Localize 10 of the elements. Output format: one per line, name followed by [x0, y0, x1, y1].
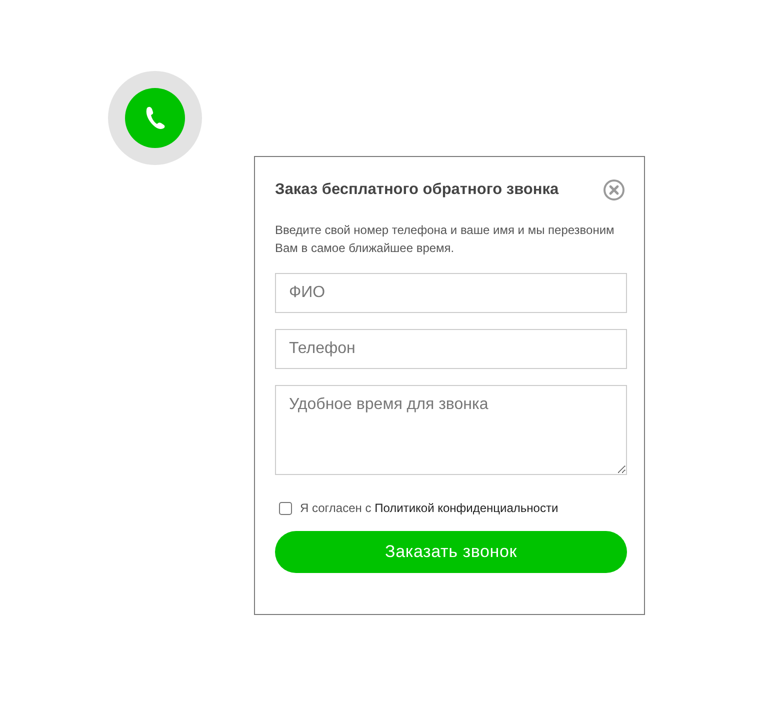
privacy-policy-link[interactable]: Политикой конфиденциальности: [374, 501, 558, 515]
phone-icon: [144, 106, 166, 130]
input-field[interactable]: Удобное время для звонка: [275, 385, 627, 475]
close-icon[interactable]: [603, 179, 625, 201]
dialog-description: Введите свой номер телефона и ваше имя и мы перезвоним Вам в самое ближайшее время.: [275, 222, 616, 257]
consent-checkbox[interactable]: [279, 502, 292, 514]
input-field[interactable]: ФИО: [275, 273, 627, 313]
dialog-title: Заказ бесплатного обратного звонка: [275, 181, 559, 199]
consent-text: Я согласен с Политикой конфиденциальности: [300, 501, 558, 515]
input-field[interactable]: Телефон: [275, 329, 627, 369]
